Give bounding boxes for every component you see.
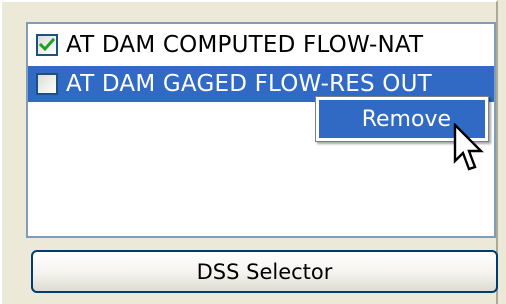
checkmark-icon: [39, 37, 55, 52]
mouse-pointer-icon: [453, 123, 484, 171]
list-item-label: AT DAM COMPUTED FLOW-NAT: [66, 32, 424, 58]
dss-selector-button[interactable]: DSS Selector: [31, 250, 498, 293]
checkbox-checked[interactable]: [36, 34, 58, 56]
list-item-label: AT DAM GAGED FLOW-RES OUT: [66, 71, 432, 97]
list-item-computed-flow[interactable]: AT DAM COMPUTED FLOW-NAT: [28, 27, 494, 63]
selector-panel: AT DAM COMPUTED FLOW-NAT AT DAM GAGED FL…: [0, 0, 506, 304]
checkbox-unchecked[interactable]: [36, 73, 58, 95]
